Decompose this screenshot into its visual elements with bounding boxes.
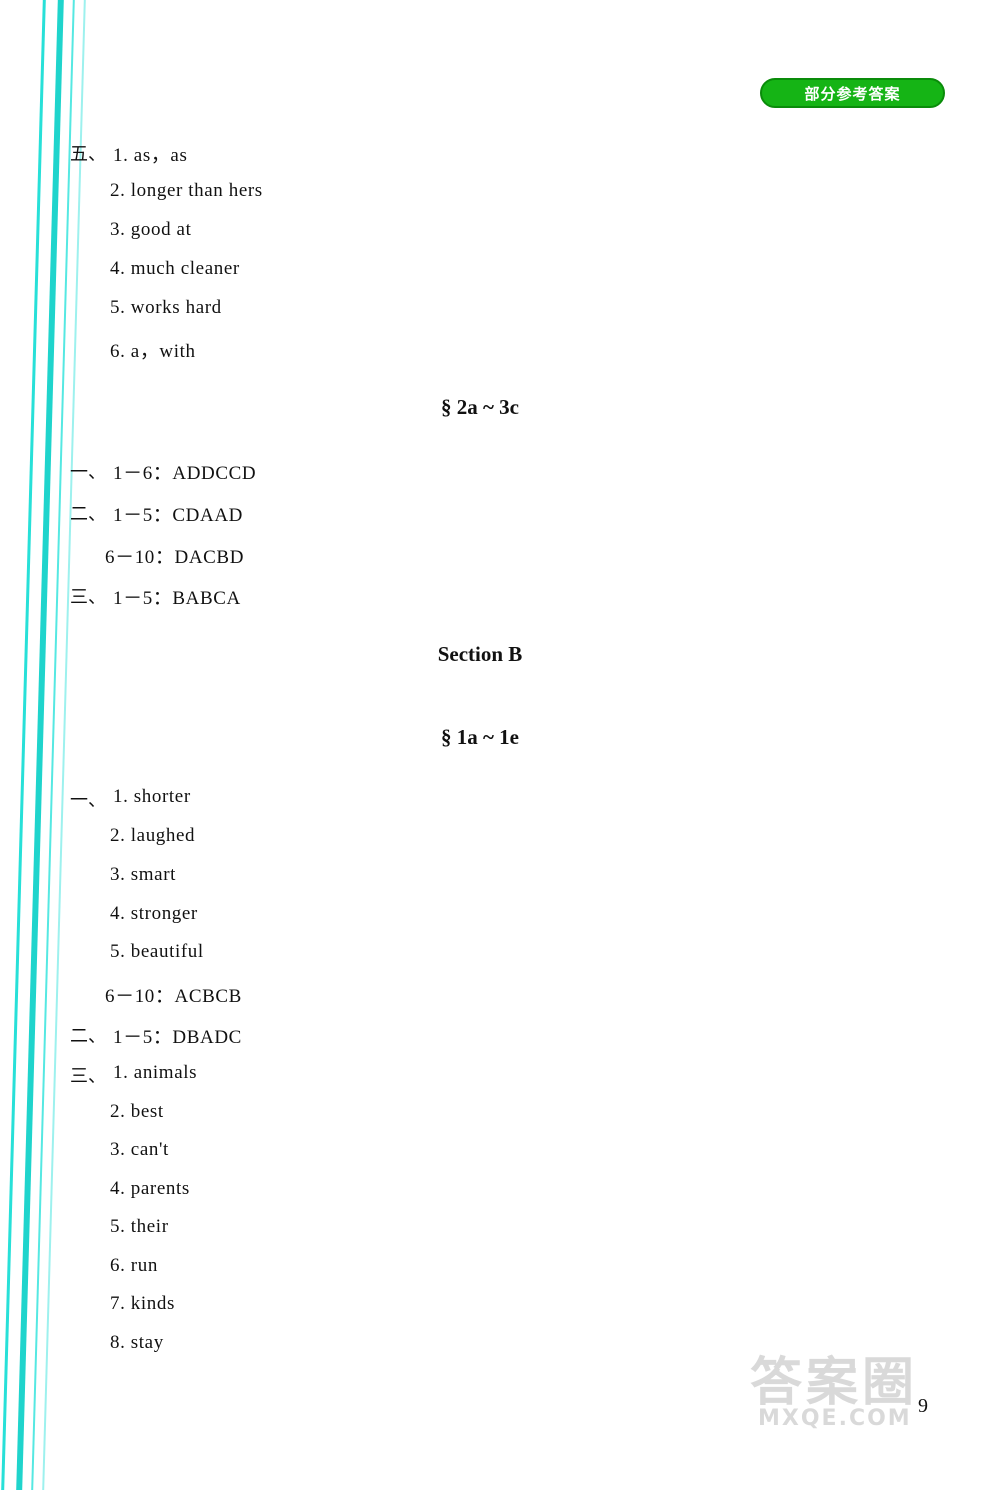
answer-line: 6－10：DACBD [105, 547, 245, 568]
answer-group-marker: 五、 [70, 144, 106, 165]
answer-line: 4. stronger [110, 903, 198, 924]
watermark: 答案圈 MXQE.COM [750, 1340, 970, 1460]
answer-line: 1. shorter [113, 786, 191, 807]
answer-line: 1－6：ADDCCD [113, 463, 257, 484]
answer-line: 2. longer than hers [110, 180, 263, 201]
answer-line: 5. their [110, 1216, 169, 1237]
answer-line: 6. run [110, 1255, 158, 1276]
answer-line: 4. much cleaner [110, 258, 240, 279]
answer-group-marker: 二、 [70, 504, 106, 525]
answer-line: 1. as，as [113, 145, 188, 166]
answer-line: 3. good at [110, 219, 192, 240]
answer-line: 6. a，with [110, 341, 196, 362]
watermark-latin-text: MXQE.COM [758, 1406, 912, 1431]
answer-line: 1－5：BABCA [113, 588, 241, 609]
answer-line: 5. beautiful [110, 941, 204, 962]
watermark-chinese-text: 答案圈 [750, 1353, 919, 1413]
answer-group-marker: 三、 [70, 1066, 106, 1087]
answer-line: 5. works hard [110, 297, 222, 318]
section-heading: Section B [437, 642, 523, 666]
answer-group-marker: 二、 [70, 1026, 106, 1047]
answer-line: 1. animals [113, 1062, 198, 1083]
answer-line: 2. laughed [110, 825, 196, 846]
section-heading: § 1a ~ 1e [441, 725, 519, 749]
answer-line: 3. can't [110, 1139, 169, 1160]
page-number: 9 [918, 1395, 928, 1417]
answer-group-marker: 一、 [70, 462, 106, 483]
answer-line: 3. smart [110, 864, 177, 885]
answer-key-banner-label: 部分参考答案 [804, 84, 901, 103]
answer-line: 8. stay [110, 1332, 164, 1353]
answer-line: 6－10：ACBCB [105, 986, 242, 1007]
answer-key-banner: 部分参考答案 [760, 78, 945, 108]
answer-group-marker: 一、 [70, 790, 106, 811]
answer-line: 4. parents [110, 1178, 190, 1199]
section-heading: § 2a ~ 3c [441, 395, 519, 419]
answer-line: 7. kinds [110, 1293, 175, 1314]
answer-line: 1－5：DBADC [113, 1027, 242, 1048]
answer-group-marker: 三、 [70, 587, 106, 608]
answer-line: 2. best [110, 1101, 164, 1122]
answer-line: 1－5：CDAAD [113, 505, 243, 526]
